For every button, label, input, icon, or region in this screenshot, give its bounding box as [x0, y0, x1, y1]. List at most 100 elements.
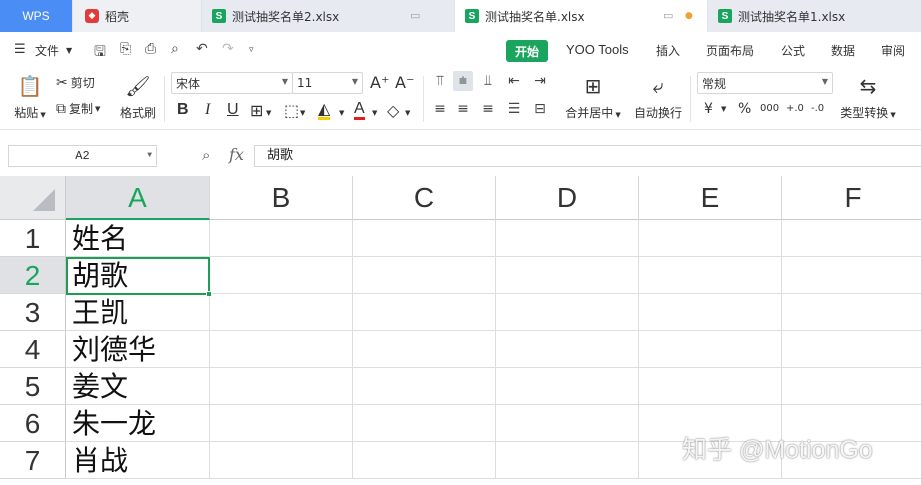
cell-e5[interactable] — [639, 368, 782, 405]
redo-icon[interactable]: ↷ — [222, 41, 234, 57]
tab-wps-home[interactable]: WPS — [0, 0, 72, 32]
paste-button[interactable]: 📋 粘贴 ▼ — [10, 72, 50, 121]
percent-button[interactable]: % — [738, 101, 751, 117]
align-right-icon[interactable]: ≡ — [478, 99, 498, 119]
align-bottom-icon[interactable]: ⫫ — [478, 71, 498, 91]
row-header-6[interactable]: 6 — [0, 405, 66, 442]
cut-button[interactable]: ✂ 剪切 — [56, 74, 95, 91]
menu-data[interactable]: 数据 — [831, 42, 855, 59]
menu-file[interactable]: 文件 — [35, 42, 59, 59]
type-convert-button[interactable]: ⇆ 类型转换 ▼ — [838, 72, 898, 121]
monitor-icon[interactable]: ▭ — [663, 9, 673, 22]
column-header-d[interactable]: D — [496, 176, 639, 220]
monitor-icon[interactable]: ▭ — [410, 9, 420, 22]
font-name-select[interactable]: 宋体 ▼ — [171, 72, 293, 94]
function-icon[interactable]: fx — [229, 145, 244, 164]
wrap-text-button[interactable]: ⤶ 自动换行 — [630, 72, 686, 121]
increase-decimal-button[interactable]: +.0 — [786, 103, 804, 114]
cell-b3[interactable] — [210, 294, 353, 331]
row-header-7[interactable]: 7 — [0, 442, 66, 479]
fill-color-icon[interactable]: ◭ — [318, 101, 331, 120]
print-icon[interactable]: ⎙ — [145, 41, 156, 57]
cell-d4[interactable] — [496, 331, 639, 368]
align-left-icon[interactable]: ≡ — [430, 99, 450, 119]
column-header-b[interactable]: B — [210, 176, 353, 220]
menu-review[interactable]: 审阅 — [881, 42, 905, 59]
cell-a5[interactable]: 姜文 — [66, 368, 210, 405]
column-header-a[interactable]: A — [66, 176, 210, 220]
row-header-4[interactable]: 4 — [0, 331, 66, 368]
cell-b2[interactable] — [210, 257, 353, 294]
tab-file-2[interactable]: S 测试抽奖名单2.xlsx ▭ — [202, 0, 454, 32]
column-header-e[interactable]: E — [639, 176, 782, 220]
cell-a4[interactable]: 刘德华 — [66, 331, 210, 368]
cell-d5[interactable] — [496, 368, 639, 405]
cell-c7[interactable] — [353, 442, 496, 479]
quick-access-more-icon[interactable]: ▿ — [249, 45, 254, 55]
zoom-search-icon[interactable]: ⌕ — [202, 146, 210, 164]
cell-f4[interactable] — [782, 331, 921, 368]
number-format-select[interactable]: 常规 ▼ — [697, 72, 833, 94]
menu-yoo-tools[interactable]: YOO Tools — [566, 42, 629, 57]
italic-button[interactable]: I — [205, 101, 210, 119]
chevron-down-icon[interactable]: ▼ — [339, 109, 344, 117]
name-box[interactable]: A2 ▼ — [8, 145, 157, 167]
cell-e4[interactable] — [639, 331, 782, 368]
distributed-icon[interactable]: ⊟ — [530, 99, 550, 119]
font-grow-icon[interactable]: A⁺ — [370, 73, 389, 92]
cell-c3[interactable] — [353, 294, 496, 331]
formula-input[interactable]: 胡歌 — [254, 145, 921, 167]
chevron-down-icon[interactable]: ▼ — [372, 109, 377, 117]
cell-a7[interactable]: 肖战 — [66, 442, 210, 479]
cell-e1[interactable] — [639, 220, 782, 257]
merge-center-button[interactable]: ⊞ 合并居中 ▼ — [562, 72, 624, 121]
cell-c4[interactable] — [353, 331, 496, 368]
underline-button[interactable]: U — [227, 101, 239, 119]
cell-e3[interactable] — [639, 294, 782, 331]
cell-c5[interactable] — [353, 368, 496, 405]
menu-formula[interactable]: 公式 — [781, 42, 805, 59]
justify-icon[interactable]: ☰ — [504, 99, 524, 119]
chevron-down-icon[interactable]: ▼ — [66, 46, 72, 55]
cell-a2[interactable]: 胡歌 — [66, 257, 210, 294]
select-all-corner[interactable] — [0, 176, 66, 220]
cell-b4[interactable] — [210, 331, 353, 368]
chevron-down-icon[interactable]: ▼ — [721, 105, 726, 113]
copy-button[interactable]: ⧉ 复制 ▼ — [56, 100, 100, 117]
cell-f1[interactable] — [782, 220, 921, 257]
format-painter-button[interactable]: 🖌 格式刷 — [118, 72, 158, 121]
cell-style-icon[interactable]: ⬚ — [284, 101, 299, 120]
print-preview-icon[interactable]: ⌕ — [171, 41, 179, 57]
decrease-decimal-button[interactable]: -.0 — [811, 103, 824, 114]
indent-decrease-icon[interactable]: ⇤ — [504, 71, 524, 91]
tab-active-file[interactable]: S 测试抽奖名单.xlsx ▭ ● — [455, 0, 707, 32]
row-header-3[interactable]: 3 — [0, 294, 66, 331]
cell-e2[interactable] — [639, 257, 782, 294]
font-color-icon[interactable]: A — [354, 101, 365, 120]
thousands-separator-button[interactable]: 000 — [760, 103, 779, 114]
cell-b7[interactable] — [210, 442, 353, 479]
cell-a3[interactable]: 王凯 — [66, 294, 210, 331]
cell-c6[interactable] — [353, 405, 496, 442]
align-center-icon[interactable]: ≡ — [453, 99, 473, 119]
row-header-1[interactable]: 1 — [0, 220, 66, 257]
bold-button[interactable]: B — [177, 101, 189, 119]
cell-f5[interactable] — [782, 368, 921, 405]
eraser-icon[interactable]: ◇ — [387, 101, 399, 120]
cell-a6[interactable]: 朱一龙 — [66, 405, 210, 442]
align-top-icon[interactable]: ⫪ — [430, 71, 450, 91]
fill-handle[interactable] — [206, 291, 212, 297]
cell-b5[interactable] — [210, 368, 353, 405]
hamburger-icon[interactable]: ☰ — [14, 42, 26, 57]
chevron-down-icon[interactable]: ▼ — [300, 109, 305, 117]
save-icon[interactable]: 🖫 — [94, 41, 106, 65]
align-middle-icon[interactable]: ⩧ — [453, 71, 473, 91]
chevron-down-icon[interactable]: ▼ — [405, 109, 410, 117]
border-icon[interactable]: ⊞ — [250, 101, 263, 120]
indent-increase-icon[interactable]: ⇥ — [530, 71, 550, 91]
font-shrink-icon[interactable]: A⁻ — [395, 73, 414, 92]
menu-page-layout[interactable]: 页面布局 — [706, 42, 754, 59]
cell-d7[interactable] — [496, 442, 639, 479]
currency-button[interactable]: ¥ — [704, 101, 713, 117]
column-header-f[interactable]: F — [782, 176, 921, 220]
